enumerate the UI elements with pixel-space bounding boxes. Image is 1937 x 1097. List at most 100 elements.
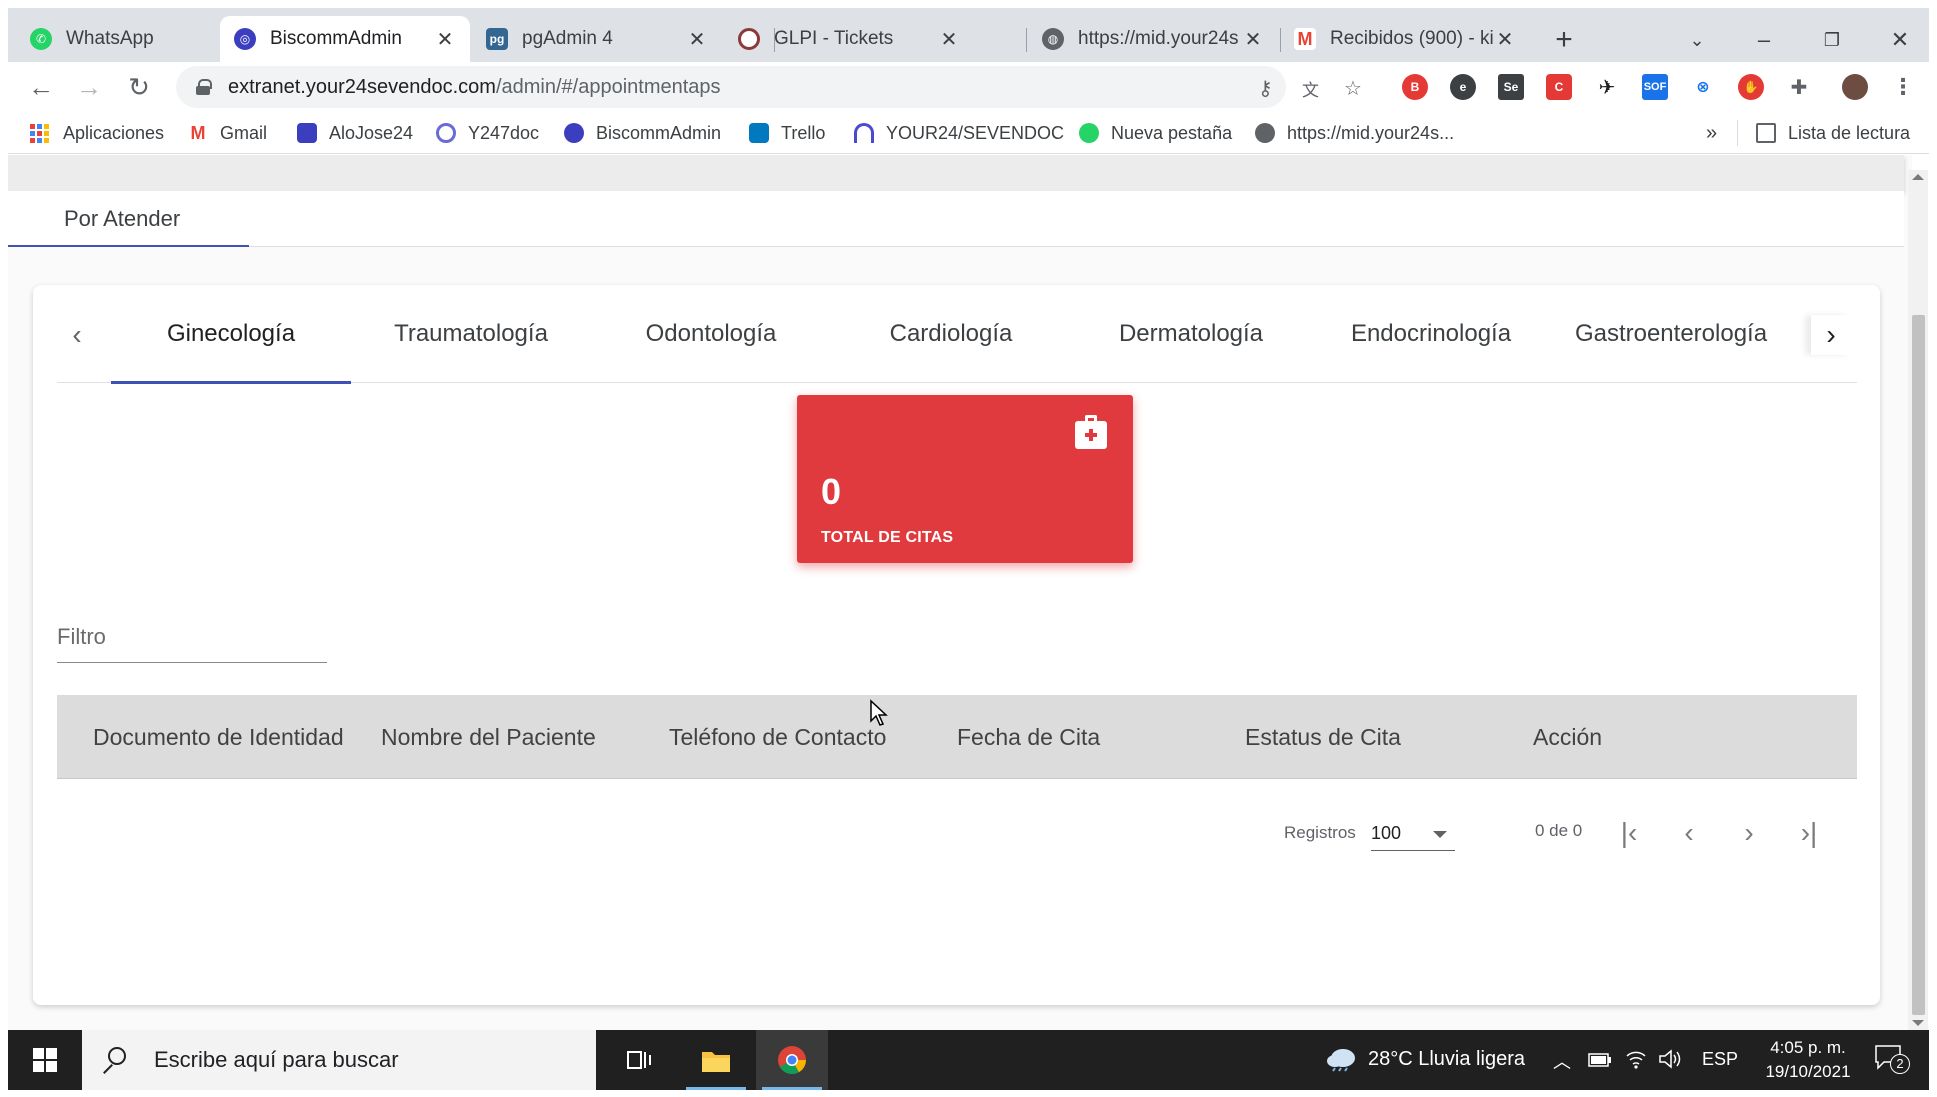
task-view-icon [627, 1051, 651, 1069]
column-header-accion[interactable]: Acción [1533, 695, 1602, 779]
browser-tab[interactable]: ◍ https://mid.your24s ✕ [1028, 16, 1278, 62]
address-bar[interactable]: extranet.your24sevendoc.com/admin/#/appo… [176, 66, 1362, 108]
chrome-taskbar-button[interactable] [756, 1030, 828, 1090]
tab-ginecologia[interactable]: Ginecología [111, 285, 351, 384]
bookmark-nueva-pestana[interactable]: Nueva pestaña [1079, 120, 1232, 146]
bookmark-label: https://mid.your24s... [1287, 122, 1455, 143]
screen: ✆ WhatsApp ✕ ◎ BiscommAdmin ✕ pg pgAdmin… [0, 0, 1937, 1097]
reading-list-icon [1756, 123, 1776, 143]
file-explorer-taskbar-button[interactable] [680, 1030, 752, 1090]
browser-tab-active[interactable]: ◎ BiscommAdmin ✕ [220, 16, 470, 62]
bookmark-biscommadmin[interactable]: BiscommAdmin [564, 120, 721, 146]
chevron-right-icon[interactable]: › [1811, 315, 1851, 355]
weather-text[interactable]: 28°C Lluvia ligera [1368, 1048, 1525, 1071]
chevron-left-icon[interactable]: ‹ [57, 315, 97, 355]
last-page-icon[interactable]: ›| [1785, 809, 1833, 857]
clock-time: 4:05 p. m. [1770, 1038, 1846, 1057]
page-size-select[interactable]: 100 [1371, 819, 1455, 851]
close-tab-icon[interactable]: ✕ [1242, 27, 1264, 52]
extension-icon[interactable]: C [1546, 74, 1572, 100]
bookmark-label: AloJose24 [329, 122, 414, 143]
back-button[interactable]: ← [24, 70, 58, 104]
close-tab-icon[interactable]: ✕ [1494, 27, 1516, 52]
bookmark-star-icon[interactable]: ☆ [1344, 76, 1362, 101]
bookmark-icon [854, 123, 874, 143]
browser-menu-icon[interactable]: ⋮ [1890, 74, 1916, 100]
extension-icon[interactable]: ⊗ [1690, 74, 1716, 100]
battery-icon[interactable] [1588, 1052, 1612, 1068]
filter-input[interactable] [57, 611, 327, 662]
scroll-up-arrow-icon[interactable] [1912, 174, 1924, 180]
start-button[interactable] [8, 1030, 82, 1090]
bookmark-gmail[interactable]: M Gmail [188, 120, 268, 146]
column-label: Estatus de Cita [1245, 723, 1401, 750]
bookmark-apps[interactable]: Aplicaciones [30, 120, 164, 146]
browser-tab[interactable]: M Recibidos (900) - ki ✕ [1280, 16, 1530, 62]
column-header-documento[interactable]: Documento de Identidad [93, 695, 344, 779]
more-bookmarks-glyph: » [1706, 121, 1718, 144]
task-view-button[interactable] [604, 1030, 676, 1090]
selenium-extension-icon[interactable]: Se [1498, 74, 1524, 100]
filter-field[interactable] [57, 611, 327, 663]
tab-gastroenterologia[interactable]: Gastroenterología [1551, 285, 1791, 383]
tab-label: Endocrinología [1350, 320, 1512, 347]
column-label: Acción [1533, 723, 1603, 750]
reload-button[interactable]: ↻ [122, 70, 156, 104]
bookmark-alojose24[interactable]: AloJose24 [297, 120, 413, 146]
show-hidden-icons-chevron-icon[interactable]: ︿ [1553, 1048, 1571, 1074]
extension-icon[interactable]: e [1450, 74, 1476, 100]
adblock-extension-icon[interactable]: ✋ [1738, 74, 1764, 100]
close-tab-icon[interactable]: ✕ [434, 27, 456, 52]
forward-button[interactable]: → [72, 70, 106, 104]
tab-title: Recibidos (900) - ki [1330, 28, 1494, 49]
column-header-nombre[interactable]: Nombre del Paciente [381, 695, 596, 779]
minimize-button[interactable]: – [1744, 22, 1784, 58]
weather-cloud-icon[interactable] [1326, 1046, 1358, 1072]
more-bookmarks-button[interactable]: » [1706, 120, 1717, 146]
extensions-puzzle-icon[interactable]: ✚ [1786, 74, 1812, 100]
password-key-icon[interactable]: ⚷ [1258, 76, 1273, 101]
bookmark-y247doc[interactable]: Y247doc [436, 120, 539, 146]
close-tab-icon[interactable]: ✕ [938, 27, 960, 52]
restore-button[interactable]: ❐ [1812, 22, 1852, 58]
taskbar-clock[interactable]: 4:05 p. m. 19/10/2021 [1753, 1036, 1863, 1084]
tab-search-chevron-icon[interactable]: ⌄ [1677, 22, 1717, 58]
extension-icon[interactable]: ✈ [1594, 74, 1620, 100]
tab-cardiologia[interactable]: Cardiología [831, 285, 1071, 383]
column-header-telefono[interactable]: Teléfono de Contacto [669, 695, 886, 779]
tab-por-atender[interactable]: Por Atender [8, 191, 249, 248]
bookmark-trello[interactable]: Trello [749, 120, 825, 146]
input-language-indicator[interactable]: ESP [1702, 1049, 1738, 1070]
bookmark-your24sevendoc[interactable]: YOUR24/SEVENDOC [854, 120, 1064, 146]
new-tab-button[interactable]: + [1546, 22, 1582, 58]
translate-icon[interactable]: 文 [1302, 76, 1319, 101]
notification-center-button[interactable]: 2 [1874, 1044, 1910, 1076]
first-page-icon[interactable]: |‹ [1605, 809, 1653, 857]
close-tab-icon[interactable]: ✕ [686, 27, 708, 52]
reading-list-button[interactable]: Lista de lectura [1756, 120, 1910, 146]
sof-extension-icon[interactable]: SOF [1642, 74, 1668, 100]
profile-avatar[interactable] [1842, 74, 1868, 100]
tab-odontologia[interactable]: Odontología [591, 285, 831, 383]
column-header-fecha[interactable]: Fecha de Cita [957, 695, 1100, 779]
lock-icon[interactable] [196, 79, 212, 95]
next-page-icon[interactable]: › [1725, 809, 1773, 857]
tab-traumatologia[interactable]: Traumatología [351, 285, 591, 383]
tab-label: Traumatología [394, 320, 548, 347]
extension-icon[interactable]: B [1402, 74, 1428, 100]
browser-tab[interactable]: GLPI - Tickets ✕ [724, 16, 974, 62]
scrollbar-thumb[interactable] [1912, 315, 1925, 1015]
bookmark-mid-your24s[interactable]: https://mid.your24s... [1255, 120, 1454, 146]
page-scrollbar[interactable] [1908, 170, 1928, 1030]
browser-tab[interactable]: pg pgAdmin 4 ✕ [472, 16, 722, 62]
tab-dermatologia[interactable]: Dermatología [1071, 285, 1311, 383]
previous-page-icon[interactable]: ‹ [1665, 809, 1713, 857]
column-header-estatus[interactable]: Estatus de Cita [1245, 695, 1401, 779]
bookmarks-bar: Aplicaciones M Gmail AloJose24 Y247doc B… [8, 112, 1929, 154]
volume-icon[interactable] [1658, 1048, 1682, 1070]
scroll-down-arrow-icon[interactable] [1912, 1020, 1924, 1026]
close-window-button[interactable]: ✕ [1880, 22, 1920, 58]
tab-endocrinologia[interactable]: Endocrinología [1311, 285, 1551, 383]
wifi-icon[interactable] [1625, 1048, 1647, 1070]
taskbar-search[interactable]: Escribe aquí para buscar [82, 1030, 596, 1090]
